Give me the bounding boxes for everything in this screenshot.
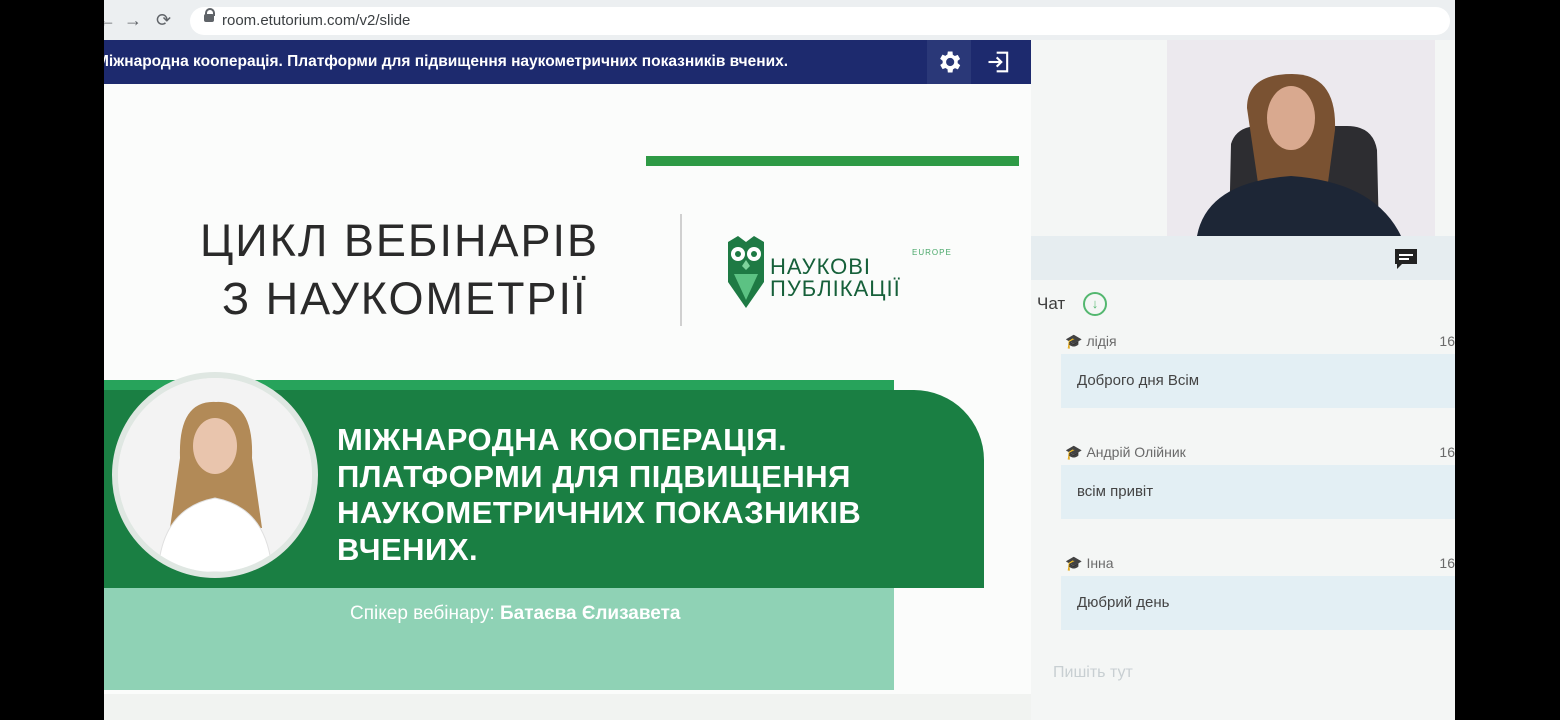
owl-logo-icon — [728, 236, 764, 308]
chat-bubble-icon[interactable] — [1393, 247, 1419, 271]
logo-tag: EUROPE — [912, 248, 952, 257]
arrow-down-circle-icon[interactable]: ↓ — [1083, 292, 1107, 316]
speaker-name: Батаєва Єлизавета — [499, 603, 681, 624]
message-text: всім привіт — [1077, 483, 1154, 500]
decorative-green-line — [646, 156, 1019, 166]
graduation-cap-icon: 🎓 — [1065, 555, 1083, 571]
speaker-caption: Спікер вебінару: Батаєва Єлизавета — [350, 603, 681, 625]
logo-line: ПУБЛІКАЦІЇ — [770, 276, 901, 301]
speaker-photo — [112, 372, 318, 578]
message-bubble: Доброго дня Всім — [1061, 354, 1455, 408]
chat-toolbar — [1031, 236, 1455, 280]
series-title: ЦИКЛ ВЕБІНАРІВ З НАУКОМЕТРІЇ — [200, 212, 599, 328]
webinar-title: МІЖНАРОДНА КООПЕРАЦІЯ. ПЛАТФОРМИ ДЛЯ ПІД… — [337, 422, 861, 568]
message-text: Дюбрий день — [1077, 594, 1170, 611]
browser-toolbar: ← → ⟳ room.etutorium.com/v2/slide — [104, 0, 1455, 41]
graduation-cap-icon: 🎓 — [1065, 333, 1083, 349]
divider — [680, 214, 682, 326]
message-author: 🎓 лідія — [1065, 333, 1117, 349]
chat-input[interactable]: Пишіть тут — [1053, 664, 1133, 682]
message-author: 🎓 Інна — [1065, 555, 1114, 571]
speaker-label: Спікер вебінару: — [350, 603, 495, 624]
slide-header: Міжнародна кооперація. Платформи для під… — [104, 40, 1031, 84]
webinar-title-line: НАУКОМЕТРИЧНИХ ПОКАЗНИКІВ — [337, 495, 862, 530]
message-bubble: Дюбрий день — [1061, 576, 1455, 630]
message-bubble: всім привіт — [1061, 465, 1455, 519]
forward-icon[interactable]: → — [124, 10, 142, 31]
url-text[interactable]: room.etutorium.com/v2/slide — [222, 12, 410, 29]
webinar-title-line: ПЛАТФОРМИ ДЛЯ ПІДВИЩЕННЯ — [337, 458, 851, 494]
graduation-cap-icon: 🎓 — [1065, 444, 1083, 460]
presenter-video[interactable] — [1167, 40, 1435, 236]
back-icon[interactable]: ← — [104, 10, 116, 31]
exit-button[interactable] — [977, 40, 1021, 84]
message-author: 🎓 Андрій Олійник — [1065, 444, 1186, 460]
series-title-line: З НАУКОМЕТРІЇ — [222, 273, 588, 324]
logo-text: НАУКОВІ ПУБЛІКАЦІЇ — [770, 256, 901, 300]
message-time: 16 — [1439, 555, 1455, 571]
message-text: Доброго дня Всім — [1077, 372, 1200, 389]
screen: ← → ⟳ room.etutorium.com/v2/slide Міжнар… — [104, 0, 1455, 720]
slide-header-title: Міжнародна кооперація. Платформи для під… — [104, 53, 789, 70]
reload-icon[interactable]: ⟳ — [156, 10, 171, 31]
message-time: 16 — [1439, 333, 1455, 349]
exit-icon — [988, 51, 1009, 73]
chat-title: Чат — [1037, 294, 1066, 313]
presentation-slide: ЦИКЛ ВЕБІНАРІВ З НАУКОМЕТРІЇ НАУКОВІ ПУБ… — [104, 84, 1031, 694]
series-title-line: ЦИКЛ ВЕБІНАРІВ — [200, 215, 599, 266]
lock-icon — [204, 8, 215, 22]
gear-icon — [940, 51, 961, 73]
webinar-title-line: МІЖНАРОДНА КООПЕРАЦІЯ. — [337, 422, 788, 457]
message-time: 16 — [1439, 444, 1455, 460]
settings-button[interactable] — [927, 40, 971, 84]
side-panel: Чат ↓ 🎓 лідія 16 Доброго дня Всім 🎓 Андрій… — [1031, 40, 1455, 720]
logo-line: НАУКОВІ — [770, 254, 872, 279]
webinar-title-line: ВЧЕНИХ. — [337, 531, 479, 567]
